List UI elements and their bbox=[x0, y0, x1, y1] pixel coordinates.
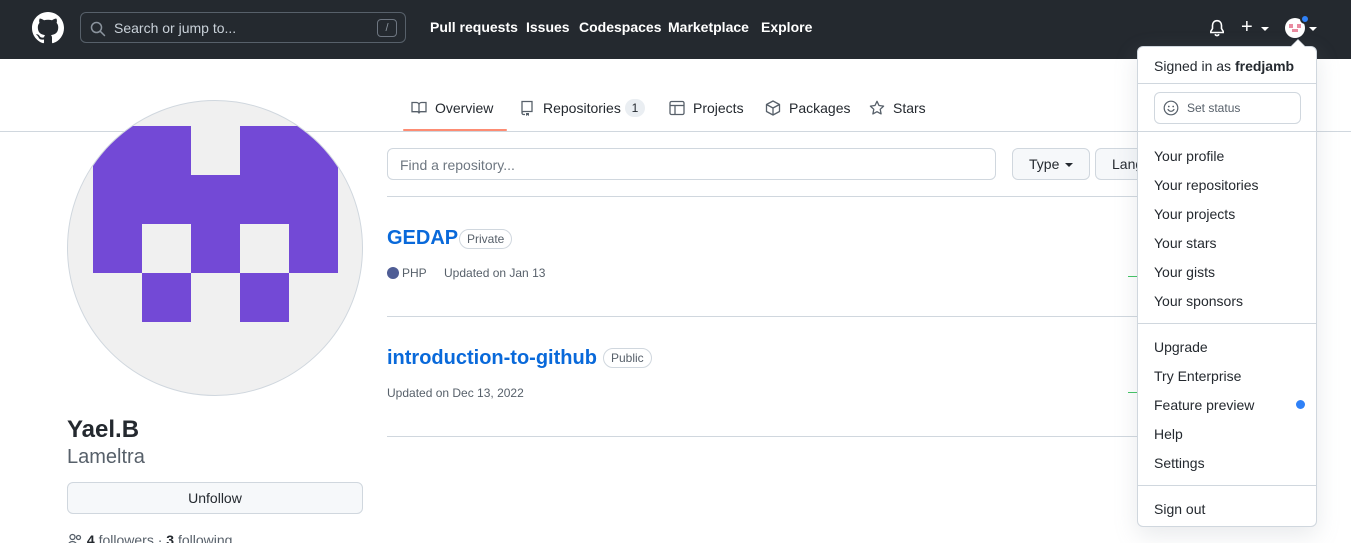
find-repository-placeholder: Find a repository... bbox=[400, 157, 515, 173]
menu-sign-out[interactable]: Sign out bbox=[1154, 501, 1205, 517]
create-new-button[interactable]: + bbox=[1241, 15, 1253, 39]
menu-divider bbox=[1138, 323, 1316, 324]
menu-your-profile[interactable]: Your profile bbox=[1154, 148, 1224, 164]
signed-in-prefix: Signed in as bbox=[1154, 58, 1232, 74]
search-placeholder: Search or jump to... bbox=[114, 20, 237, 36]
profile-identicon bbox=[93, 126, 338, 322]
type-filter-label: Type bbox=[1029, 156, 1060, 172]
tab-selected-underline bbox=[403, 129, 507, 131]
tab-packages[interactable]: Packages bbox=[765, 98, 851, 132]
repo-link-gedap[interactable]: GEDAP bbox=[387, 227, 458, 250]
menu-help[interactable]: Help bbox=[1154, 426, 1183, 442]
followers-link[interactable]: followers bbox=[99, 532, 154, 543]
menu-settings[interactable]: Settings bbox=[1154, 455, 1205, 471]
menu-your-projects[interactable]: Your projects bbox=[1154, 206, 1235, 222]
repo-language: PHP bbox=[402, 266, 427, 280]
followers-count[interactable]: 4 bbox=[87, 532, 95, 543]
repo-divider bbox=[387, 436, 1147, 437]
people-icon bbox=[68, 533, 82, 543]
repo-updated: Updated on Dec 13, 2022 bbox=[387, 386, 524, 400]
github-logo-icon[interactable] bbox=[32, 12, 64, 44]
following-link[interactable]: following bbox=[178, 532, 232, 543]
tab-overview-label: Overview bbox=[435, 100, 494, 116]
tab-repositories[interactable]: Repositories 1 bbox=[519, 98, 649, 132]
search-input[interactable]: Search or jump to... / bbox=[80, 12, 406, 43]
follow-stats: 4 followers · 3 following bbox=[67, 532, 232, 543]
menu-upgrade[interactable]: Upgrade bbox=[1154, 339, 1208, 355]
repo-link-introduction-to-github[interactable]: introduction-to-github bbox=[387, 347, 597, 370]
menu-divider bbox=[1138, 131, 1316, 132]
follow-separator: · bbox=[157, 532, 163, 543]
visibility-badge-public: Public bbox=[603, 348, 652, 368]
search-icon bbox=[90, 21, 106, 37]
profile-avatar[interactable] bbox=[67, 100, 363, 396]
menu-divider bbox=[1138, 485, 1316, 486]
user-dropdown-menu: Signed in as fredjamb Set status Your pr… bbox=[1137, 39, 1317, 527]
repo-list-divider bbox=[387, 196, 1147, 197]
search-shortcut-key: / bbox=[377, 19, 397, 37]
find-repository-input[interactable]: Find a repository... bbox=[387, 148, 996, 180]
repo-divider bbox=[387, 316, 1147, 317]
tab-repositories-label: Repositories bbox=[543, 100, 621, 116]
menu-your-stars[interactable]: Your stars bbox=[1154, 235, 1217, 251]
tab-stars-label: Stars bbox=[893, 100, 926, 116]
create-caret-icon bbox=[1261, 27, 1269, 31]
menu-try-enterprise[interactable]: Try Enterprise bbox=[1154, 368, 1241, 384]
notification-dot bbox=[1300, 14, 1310, 24]
repo-updated: Updated on Jan 13 bbox=[444, 266, 546, 280]
language-color-dot bbox=[387, 267, 399, 279]
user-menu-caret-icon bbox=[1309, 27, 1317, 31]
menu-your-gists[interactable]: Your gists bbox=[1154, 264, 1215, 280]
set-status-button[interactable]: Set status bbox=[1154, 92, 1301, 124]
repo-icon bbox=[521, 100, 533, 116]
menu-your-sponsors[interactable]: Your sponsors bbox=[1154, 293, 1243, 309]
feature-preview-dot bbox=[1296, 400, 1305, 409]
nav-pull-requests[interactable]: Pull requests bbox=[430, 19, 518, 35]
bell-icon[interactable] bbox=[1208, 19, 1226, 37]
repositories-counter: 1 bbox=[625, 99, 645, 117]
package-icon bbox=[765, 100, 781, 116]
following-count[interactable]: 3 bbox=[166, 532, 174, 543]
menu-divider bbox=[1138, 83, 1316, 84]
profile-login: Lameltra bbox=[67, 446, 145, 468]
signed-in-username: fredjamb bbox=[1234, 58, 1295, 74]
smiley-icon bbox=[1163, 100, 1179, 116]
profile-name: Yael.B bbox=[67, 416, 140, 443]
set-status-label: Set status bbox=[1187, 101, 1241, 115]
tab-packages-label: Packages bbox=[789, 100, 851, 116]
nav-issues[interactable]: Issues bbox=[526, 19, 570, 35]
nav-marketplace[interactable]: Marketplace bbox=[668, 19, 749, 35]
dropdown-arrow bbox=[1290, 39, 1306, 47]
visibility-badge-private: Private bbox=[459, 229, 513, 249]
tab-overview[interactable]: Overview bbox=[411, 98, 501, 132]
tab-projects[interactable]: Projects bbox=[669, 98, 745, 132]
nav-codespaces[interactable]: Codespaces bbox=[579, 19, 661, 35]
unfollow-button[interactable]: Unfollow bbox=[67, 482, 363, 514]
menu-your-repositories[interactable]: Your repositories bbox=[1154, 177, 1259, 193]
menu-feature-preview[interactable]: Feature preview bbox=[1154, 397, 1254, 413]
star-icon bbox=[869, 100, 885, 115]
tab-stars[interactable]: Stars bbox=[869, 98, 929, 132]
tab-projects-label: Projects bbox=[693, 100, 744, 116]
book-icon bbox=[411, 101, 427, 114]
table-icon bbox=[669, 100, 685, 116]
type-filter-button[interactable]: Type bbox=[1012, 148, 1090, 180]
chevron-down-icon bbox=[1065, 163, 1074, 168]
nav-explore[interactable]: Explore bbox=[761, 19, 812, 35]
signed-in-header[interactable]: Signed in as fredjamb bbox=[1154, 58, 1294, 74]
